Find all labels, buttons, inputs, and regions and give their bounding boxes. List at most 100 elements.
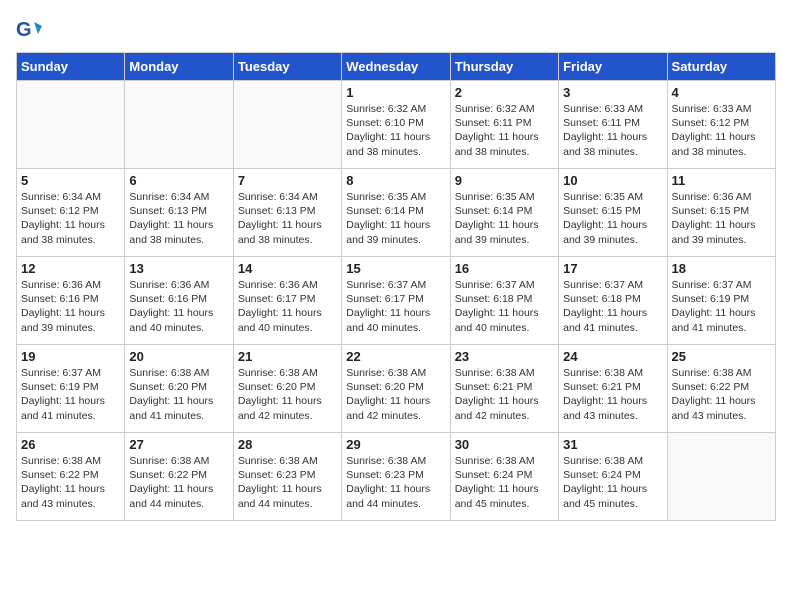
calendar-day-cell: 13 Sunrise: 6:36 AM Sunset: 6:16 PM Dayli… [125, 257, 233, 345]
calendar-day-cell: 22 Sunrise: 6:38 AM Sunset: 6:20 PM Dayli… [342, 345, 450, 433]
day-info: Sunrise: 6:34 AM Sunset: 6:12 PM Dayligh… [21, 190, 120, 247]
calendar-day-cell: 5 Sunrise: 6:34 AM Sunset: 6:12 PM Daylig… [17, 169, 125, 257]
logo-icon: G [16, 16, 44, 44]
calendar-day-cell: 16 Sunrise: 6:37 AM Sunset: 6:18 PM Dayli… [450, 257, 558, 345]
day-info: Sunrise: 6:38 AM Sunset: 6:22 PM Dayligh… [129, 454, 228, 511]
day-number: 4 [672, 85, 771, 100]
calendar-day-cell: 11Sunrise: 6:36 AM Sunset: 6:15 PM Dayli… [667, 169, 775, 257]
day-number: 25 [672, 349, 771, 364]
day-number: 16 [455, 261, 554, 276]
day-info: Sunrise: 6:35 AM Sunset: 6:14 PM Dayligh… [346, 190, 445, 247]
calendar-header-row: SundayMondayTuesdayWednesdayThursdayFrid… [17, 53, 776, 81]
calendar-week-row: 1 Sunrise: 6:32 AM Sunset: 6:10 PM Daylig… [17, 81, 776, 169]
day-number: 22 [346, 349, 445, 364]
day-of-week-header: Friday [559, 53, 667, 81]
day-number: 30 [455, 437, 554, 452]
day-info: Sunrise: 6:34 AM Sunset: 6:13 PM Dayligh… [238, 190, 337, 247]
day-info: Sunrise: 6:34 AM Sunset: 6:13 PM Dayligh… [129, 190, 228, 247]
day-number: 11 [672, 173, 771, 188]
day-info: Sunrise: 6:38 AM Sunset: 6:20 PM Dayligh… [346, 366, 445, 423]
day-of-week-header: Sunday [17, 53, 125, 81]
day-info: Sunrise: 6:38 AM Sunset: 6:21 PM Dayligh… [455, 366, 554, 423]
day-info: Sunrise: 6:37 AM Sunset: 6:18 PM Dayligh… [455, 278, 554, 335]
day-number: 6 [129, 173, 228, 188]
day-number: 17 [563, 261, 662, 276]
day-number: 29 [346, 437, 445, 452]
calendar-day-cell: 27Sunrise: 6:38 AM Sunset: 6:22 PM Dayli… [125, 433, 233, 521]
logo: G [16, 16, 48, 44]
header: G [16, 16, 776, 44]
day-number: 8 [346, 173, 445, 188]
calendar-day-cell: 14Sunrise: 6:36 AM Sunset: 6:17 PM Dayli… [233, 257, 341, 345]
calendar-day-cell: 26 Sunrise: 6:38 AM Sunset: 6:22 PM Dayli… [17, 433, 125, 521]
calendar-day-cell [17, 81, 125, 169]
day-number: 18 [672, 261, 771, 276]
calendar-day-cell: 17 Sunrise: 6:37 AM Sunset: 6:18 PM Dayli… [559, 257, 667, 345]
day-info: Sunrise: 6:38 AM Sunset: 6:23 PM Dayligh… [238, 454, 337, 511]
day-info: Sunrise: 6:36 AM Sunset: 6:16 PM Dayligh… [21, 278, 120, 335]
day-number: 20 [129, 349, 228, 364]
calendar-week-row: 12 Sunrise: 6:36 AM Sunset: 6:16 PM Dayli… [17, 257, 776, 345]
day-info: Sunrise: 6:37 AM Sunset: 6:18 PM Dayligh… [563, 278, 662, 335]
day-info: Sunrise: 6:38 AM Sunset: 6:22 PM Dayligh… [672, 366, 771, 423]
day-of-week-header: Thursday [450, 53, 558, 81]
calendar-day-cell: 12 Sunrise: 6:36 AM Sunset: 6:16 PM Dayli… [17, 257, 125, 345]
day-info: Sunrise: 6:38 AM Sunset: 6:20 PM Dayligh… [129, 366, 228, 423]
calendar-day-cell: 23 Sunrise: 6:38 AM Sunset: 6:21 PM Dayli… [450, 345, 558, 433]
day-info: Sunrise: 6:35 AM Sunset: 6:15 PM Dayligh… [563, 190, 662, 247]
day-info: Sunrise: 6:38 AM Sunset: 6:24 PM Dayligh… [455, 454, 554, 511]
calendar-day-cell: 18 Sunrise: 6:37 AM Sunset: 6:19 PM Dayli… [667, 257, 775, 345]
calendar: SundayMondayTuesdayWednesdayThursdayFrid… [16, 52, 776, 521]
day-info: Sunrise: 6:37 AM Sunset: 6:19 PM Dayligh… [21, 366, 120, 423]
day-info: Sunrise: 6:33 AM Sunset: 6:12 PM Dayligh… [672, 102, 771, 159]
day-number: 21 [238, 349, 337, 364]
calendar-day-cell: 2 Sunrise: 6:32 AM Sunset: 6:11 PM Daylig… [450, 81, 558, 169]
day-number: 31 [563, 437, 662, 452]
calendar-day-cell: 28 Sunrise: 6:38 AM Sunset: 6:23 PM Dayli… [233, 433, 341, 521]
calendar-week-row: 19Sunrise: 6:37 AM Sunset: 6:19 PM Dayli… [17, 345, 776, 433]
day-info: Sunrise: 6:32 AM Sunset: 6:10 PM Dayligh… [346, 102, 445, 159]
day-info: Sunrise: 6:38 AM Sunset: 6:23 PM Dayligh… [346, 454, 445, 511]
day-number: 12 [21, 261, 120, 276]
day-info: Sunrise: 6:38 AM Sunset: 6:22 PM Dayligh… [21, 454, 120, 511]
day-info: Sunrise: 6:37 AM Sunset: 6:19 PM Dayligh… [672, 278, 771, 335]
calendar-day-cell: 19Sunrise: 6:37 AM Sunset: 6:19 PM Dayli… [17, 345, 125, 433]
day-info: Sunrise: 6:36 AM Sunset: 6:16 PM Dayligh… [129, 278, 228, 335]
day-info: Sunrise: 6:38 AM Sunset: 6:20 PM Dayligh… [238, 366, 337, 423]
calendar-day-cell [667, 433, 775, 521]
calendar-day-cell: 29 Sunrise: 6:38 AM Sunset: 6:23 PM Dayli… [342, 433, 450, 521]
calendar-day-cell: 1 Sunrise: 6:32 AM Sunset: 6:10 PM Daylig… [342, 81, 450, 169]
calendar-day-cell: 6 Sunrise: 6:34 AM Sunset: 6:13 PM Daylig… [125, 169, 233, 257]
calendar-day-cell: 10 Sunrise: 6:35 AM Sunset: 6:15 PM Dayli… [559, 169, 667, 257]
day-number: 23 [455, 349, 554, 364]
calendar-day-cell: 7Sunrise: 6:34 AM Sunset: 6:13 PM Daylig… [233, 169, 341, 257]
day-number: 9 [455, 173, 554, 188]
day-info: Sunrise: 6:32 AM Sunset: 6:11 PM Dayligh… [455, 102, 554, 159]
calendar-day-cell: 20 Sunrise: 6:38 AM Sunset: 6:20 PM Dayli… [125, 345, 233, 433]
day-info: Sunrise: 6:37 AM Sunset: 6:17 PM Dayligh… [346, 278, 445, 335]
day-number: 1 [346, 85, 445, 100]
calendar-day-cell: 4 Sunrise: 6:33 AM Sunset: 6:12 PM Daylig… [667, 81, 775, 169]
day-of-week-header: Tuesday [233, 53, 341, 81]
day-number: 2 [455, 85, 554, 100]
day-number: 15 [346, 261, 445, 276]
day-number: 10 [563, 173, 662, 188]
day-info: Sunrise: 6:33 AM Sunset: 6:11 PM Dayligh… [563, 102, 662, 159]
calendar-day-cell: 24Sunrise: 6:38 AM Sunset: 6:21 PM Dayli… [559, 345, 667, 433]
calendar-day-cell [233, 81, 341, 169]
calendar-day-cell: 21 Sunrise: 6:38 AM Sunset: 6:20 PM Dayli… [233, 345, 341, 433]
day-number: 28 [238, 437, 337, 452]
day-number: 5 [21, 173, 120, 188]
day-number: 26 [21, 437, 120, 452]
calendar-day-cell: 30 Sunrise: 6:38 AM Sunset: 6:24 PM Dayli… [450, 433, 558, 521]
calendar-week-row: 5 Sunrise: 6:34 AM Sunset: 6:12 PM Daylig… [17, 169, 776, 257]
svg-text:G: G [16, 19, 32, 41]
day-number: 24 [563, 349, 662, 364]
day-of-week-header: Saturday [667, 53, 775, 81]
calendar-day-cell: 31 Sunrise: 6:38 AM Sunset: 6:24 PM Dayli… [559, 433, 667, 521]
day-info: Sunrise: 6:38 AM Sunset: 6:24 PM Dayligh… [563, 454, 662, 511]
calendar-day-cell: 3Sunrise: 6:33 AM Sunset: 6:11 PM Daylig… [559, 81, 667, 169]
calendar-week-row: 26 Sunrise: 6:38 AM Sunset: 6:22 PM Dayli… [17, 433, 776, 521]
calendar-day-cell [125, 81, 233, 169]
day-number: 13 [129, 261, 228, 276]
